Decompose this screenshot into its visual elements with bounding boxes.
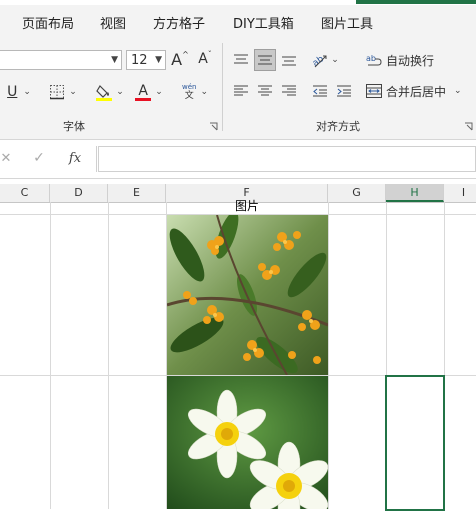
- font-name-dropdown[interactable]: ▼: [0, 50, 122, 70]
- fill-color-button[interactable]: ⌄: [94, 81, 126, 103]
- insert-function-button[interactable]: fx: [64, 149, 86, 167]
- group-label-alignment: 对齐方式: [316, 120, 360, 133]
- align-top-button[interactable]: [230, 49, 252, 71]
- formula-divider: [96, 146, 97, 172]
- cancel-entry-icon[interactable]: ✕: [0, 149, 12, 167]
- borders-button[interactable]: ⌄: [46, 81, 80, 103]
- font-color-letter: A: [138, 82, 148, 99]
- group-separator: [222, 43, 223, 131]
- font-color-button[interactable]: A ⌄: [133, 81, 165, 103]
- align-top-icon: [234, 54, 248, 66]
- merge-center-label: 合并后居中: [386, 84, 447, 99]
- osmanthus-flowers-image[interactable]: [167, 215, 328, 375]
- shrink-font-button[interactable]: Aˇ: [195, 48, 215, 70]
- tab-picture-tools[interactable]: 图片工具: [321, 13, 373, 32]
- chevron-down-icon: ⌄: [454, 86, 462, 96]
- borders-icon: [49, 84, 65, 100]
- align-center-button[interactable]: [254, 80, 276, 102]
- grid-line: [328, 202, 329, 509]
- chevron-down-icon: ⌄: [331, 55, 339, 65]
- align-left-button[interactable]: [230, 80, 252, 102]
- formula-input[interactable]: [98, 146, 476, 172]
- wrap-text-label: 自动换行: [386, 53, 435, 68]
- group-label-font: 字体: [63, 120, 85, 133]
- align-right-button[interactable]: [278, 80, 300, 102]
- ribbon-tab-bar: 页面布局 视图 方方格子 DIY工具箱 图片工具: [0, 5, 476, 37]
- wrap-text-button[interactable]: ab 自动换行: [366, 49, 438, 71]
- merge-center-icon: [366, 84, 382, 98]
- column-header-d[interactable]: D: [50, 184, 108, 202]
- align-middle-icon: [258, 54, 272, 66]
- column-header-h[interactable]: H: [386, 184, 444, 202]
- column-header-g[interactable]: G: [328, 184, 386, 202]
- daffodil-flowers-image[interactable]: [167, 376, 328, 509]
- formula-bar: ✕ ✓ fx: [0, 140, 476, 179]
- font-size-value: 12: [131, 53, 148, 68]
- grid-line: [108, 202, 109, 509]
- grow-font-button[interactable]: A ^: [170, 48, 190, 70]
- chevron-down-icon: ⌄: [155, 87, 163, 97]
- font-color-icon: A: [135, 82, 152, 101]
- shrink-font-label: A: [198, 51, 208, 67]
- wrap-text-icon: ab: [366, 53, 382, 67]
- phonetic-bottom-text: 文: [184, 91, 194, 101]
- chevron-down-icon: ⌄: [23, 87, 31, 97]
- down-caret-icon: ˇ: [207, 49, 212, 59]
- underline-button[interactable]: U ⌄: [4, 81, 34, 103]
- up-caret-icon: ^: [182, 49, 189, 59]
- cell-f-header[interactable]: 图片: [166, 198, 328, 214]
- tab-diy-toolbox[interactable]: DIY工具箱: [233, 13, 294, 32]
- font-color-swatch: [135, 97, 152, 101]
- merge-center-button[interactable]: 合并后居中 ⌄: [366, 80, 466, 102]
- align-center-icon: [258, 85, 272, 97]
- decrease-indent-icon: [313, 85, 327, 97]
- chevron-down-icon: ⌄: [69, 87, 77, 97]
- tab-fangfang-grid[interactable]: 方方格子: [153, 13, 205, 32]
- font-size-dropdown[interactable]: 12 ▼: [126, 50, 166, 70]
- alignment-dialog-launcher-icon[interactable]: [463, 121, 473, 131]
- phonetic-icon: wén 文: [182, 83, 196, 101]
- column-header-i[interactable]: I: [444, 184, 476, 202]
- column-header-c[interactable]: C: [0, 184, 50, 202]
- underline-label: U: [7, 84, 18, 100]
- align-bottom-button[interactable]: [278, 49, 300, 71]
- text-orientation-icon: ab: [311, 52, 329, 68]
- increase-indent-button[interactable]: [333, 80, 355, 102]
- ribbon-body: ▼ 12 ▼ A ^ Aˇ U ⌄ ⌄ ⌄ A ⌄ wén 文 ⌄ 字体 ab …: [0, 37, 476, 140]
- font-dialog-launcher-icon[interactable]: [208, 121, 218, 131]
- grow-font-label: A: [171, 49, 183, 69]
- orientation-button[interactable]: ab ⌄: [308, 49, 342, 71]
- chevron-down-icon: ▼: [111, 55, 118, 65]
- chevron-down-icon: ▼: [155, 55, 162, 65]
- tab-page-layout[interactable]: 页面布局: [22, 13, 74, 32]
- align-bottom-icon: [282, 54, 296, 66]
- phonetic-guide-button[interactable]: wén 文 ⌄: [177, 81, 213, 103]
- align-left-icon: [234, 85, 248, 97]
- svg-text:ab: ab: [366, 54, 376, 63]
- column-header-e[interactable]: E: [108, 184, 166, 202]
- fill-bucket-icon: [96, 83, 113, 101]
- grid-line: [50, 202, 51, 509]
- tab-view[interactable]: 视图: [100, 13, 126, 32]
- selected-cell-h[interactable]: [385, 375, 445, 511]
- decrease-indent-button[interactable]: [309, 80, 331, 102]
- confirm-entry-icon[interactable]: ✓: [30, 149, 48, 167]
- chevron-down-icon: ⌄: [200, 87, 208, 97]
- chevron-down-icon: ⌄: [116, 87, 124, 97]
- align-right-icon: [282, 85, 296, 97]
- increase-indent-icon: [337, 85, 351, 97]
- align-middle-button[interactable]: [254, 49, 276, 71]
